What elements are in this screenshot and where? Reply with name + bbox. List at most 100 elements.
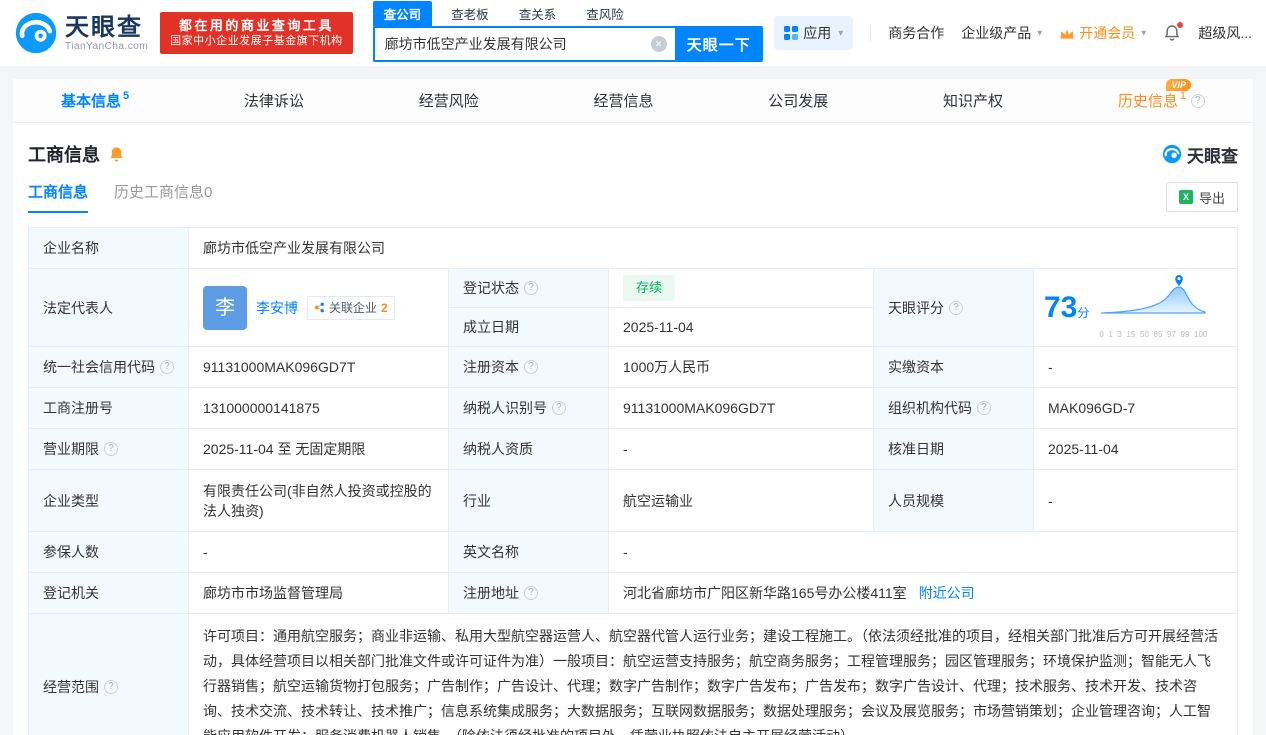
tab-count: 5 (123, 89, 130, 102)
business-info-card: 工商信息 天眼查 工商信息 历史工商信息0 X 导出 企业名称 廊坊市低空产业发… (13, 123, 1253, 735)
tianyancha-eye-icon (15, 12, 57, 54)
label-registered-capital: 注册资本 (449, 347, 609, 388)
score-curve (1101, 274, 1206, 314)
help-icon[interactable] (524, 360, 538, 374)
tab-company-development[interactable]: 公司发展 (768, 90, 828, 111)
business-cooperation-link[interactable]: 商务合作 (888, 23, 944, 43)
related-companies-badge[interactable]: 关联企业 2 (307, 295, 395, 320)
chevron-down-icon (838, 28, 843, 39)
subtab-business-info[interactable]: 工商信息 (28, 181, 89, 213)
value-tianyan-score[interactable]: 73分 0 1 3 15 50 85 97 99 100 (1034, 269, 1237, 347)
help-icon[interactable] (524, 281, 538, 295)
label-industry: 行业 (449, 470, 609, 532)
value-registration-status: 存续 (609, 269, 874, 308)
label-legal-representative: 法定代表人 (29, 269, 189, 347)
notifications-button[interactable] (1163, 22, 1184, 42)
label-org-code: 组织机构代码 (874, 388, 1034, 429)
legal-rep-avatar[interactable]: 李 (203, 285, 247, 330)
value-registered-capital: 1000万人民币 (609, 347, 874, 388)
subtab-history-business-info[interactable]: 历史工商信息0 (114, 181, 212, 213)
tab-count: 1 (1179, 89, 1186, 102)
section-title-row: 工商信息 (28, 141, 125, 167)
tab-history-info[interactable]: VIP 历史信息 1 (1118, 79, 1205, 111)
help-icon[interactable] (160, 360, 174, 374)
nearby-companies-link[interactable]: 附近公司 (919, 583, 975, 603)
tab-business-info[interactable]: 经营信息 (593, 90, 653, 111)
search-input[interactable] (372, 26, 675, 62)
brand-name: 天眼查 (65, 13, 143, 41)
help-icon[interactable] (104, 442, 118, 456)
search-tab-company[interactable]: 查公司 (372, 1, 433, 26)
excel-icon (1178, 190, 1193, 204)
label-taxpayer-id: 纳税人识别号 (449, 388, 609, 429)
notification-dot (1177, 22, 1184, 28)
help-icon[interactable] (552, 401, 566, 415)
label-taxpayer-qualification: 纳税人资质 (449, 429, 609, 470)
value-industry: 航空运输业 (609, 470, 874, 532)
label-company-name: 企业名称 (29, 228, 189, 269)
enterprise-products-menu[interactable]: 企业级产品 (961, 23, 1042, 43)
score-pin-icon (1175, 274, 1184, 286)
help-icon[interactable] (1190, 93, 1205, 108)
value-registration-number: 131000000141875 (189, 388, 449, 429)
label-business-scope: 经营范围 (29, 614, 189, 735)
value-english-name: - (609, 532, 1237, 573)
main-content: 基本信息 5 法律诉讼 经营风险 经营信息 公司发展 知识产权 VIP 历史信息… (13, 79, 1253, 735)
brand-domain: TianYanCha.com (65, 40, 149, 52)
search-tab-boss[interactable]: 查老板 (440, 1, 500, 26)
value-business-term: 2025-11-04 至 无固定期限 (189, 429, 449, 470)
help-icon[interactable] (977, 401, 991, 415)
header-actions: 应用 商务合作 企业级产品 开通会员 超级风... (774, 16, 1252, 50)
value-taxpayer-qualification: - (609, 429, 874, 470)
tab-intellectual-property[interactable]: 知识产权 (943, 90, 1003, 111)
tab-basic-info[interactable]: 基本信息 5 (61, 90, 129, 111)
value-establish-date: 2025-11-04 (609, 308, 874, 347)
tianyancha-eye-icon (1162, 144, 1182, 164)
label-english-name: 英文名称 (449, 532, 609, 573)
value-insured-count: - (189, 532, 449, 573)
value-company-type: 有限责任公司(非自然人投资或控股的法人独资) (189, 470, 449, 532)
help-icon[interactable] (524, 586, 538, 600)
value-business-scope: 许可项目：通用航空服务；商业非运输、私用大型航空器运营人、航空器代管人运行业务；… (189, 614, 1237, 735)
search-button[interactable]: 天眼一下 (674, 26, 763, 62)
value-registered-address: 河北省廊坊市广阳区新华路165号办公楼411室 附近公司 (609, 573, 1237, 614)
export-button[interactable]: 导出 (1165, 182, 1238, 212)
tab-operational-risk[interactable]: 经营风险 (419, 90, 479, 111)
divider (870, 25, 872, 41)
search-area: 查公司 查老板 查关系 查风险 天眼一下 (372, 1, 763, 62)
watermark-logo: 天眼查 (1162, 142, 1238, 167)
legal-rep-name-link[interactable]: 李安博 (256, 298, 298, 318)
tab-legal-proceedings[interactable]: 法律诉讼 (244, 90, 304, 111)
label-approval-date: 核准日期 (874, 429, 1034, 470)
score-number: 73 (1044, 290, 1078, 324)
relation-graph-icon (314, 302, 324, 313)
monitor-bell-icon[interactable] (108, 146, 125, 163)
value-credit-code: 91131000MAK096GD7T (189, 347, 449, 388)
value-org-code: MAK096GD-7 (1034, 388, 1237, 429)
apps-grid-icon (784, 26, 799, 40)
value-taxpayer-id: 91131000MAK096GD7T (609, 388, 874, 429)
user-menu[interactable]: 超级风... (1198, 23, 1252, 43)
label-insured-count: 参保人数 (29, 532, 189, 573)
help-icon[interactable] (949, 300, 963, 315)
business-info-table: 企业名称 廊坊市低空产业发展有限公司 法定代表人 李 李安博 关联企业 2 登记… (28, 227, 1238, 735)
label-staff-size: 人员规模 (874, 470, 1034, 532)
vip-badge: VIP (1166, 79, 1191, 91)
label-credit-code: 统一社会信用代码 (29, 347, 189, 388)
search-tab-relation[interactable]: 查关系 (508, 1, 568, 26)
value-staff-size: - (1034, 470, 1237, 532)
tianyancha-logo[interactable]: 天眼查 TianYanCha.com (14, 11, 148, 55)
value-company-name: 廊坊市低空产业发展有限公司 (189, 228, 1237, 269)
company-section-tabs: 基本信息 5 法律诉讼 经营风险 经营信息 公司发展 知识产权 VIP 历史信息… (13, 79, 1253, 123)
label-business-term: 营业期限 (29, 429, 189, 470)
vip-upgrade-menu[interactable]: 开通会员 (1059, 23, 1146, 43)
help-icon[interactable] (104, 679, 118, 694)
label-establish-date: 成立日期 (449, 308, 609, 347)
label-registered-address: 注册地址 (449, 573, 609, 614)
chevron-down-icon (1141, 28, 1146, 39)
chevron-down-icon (1037, 28, 1042, 39)
clear-search-icon[interactable] (650, 36, 667, 52)
score-distribution-chart: 0 1 3 15 50 85 97 99 100 (1099, 271, 1207, 345)
apps-menu-button[interactable]: 应用 (774, 16, 854, 50)
search-tab-risk[interactable]: 查风险 (575, 1, 635, 26)
